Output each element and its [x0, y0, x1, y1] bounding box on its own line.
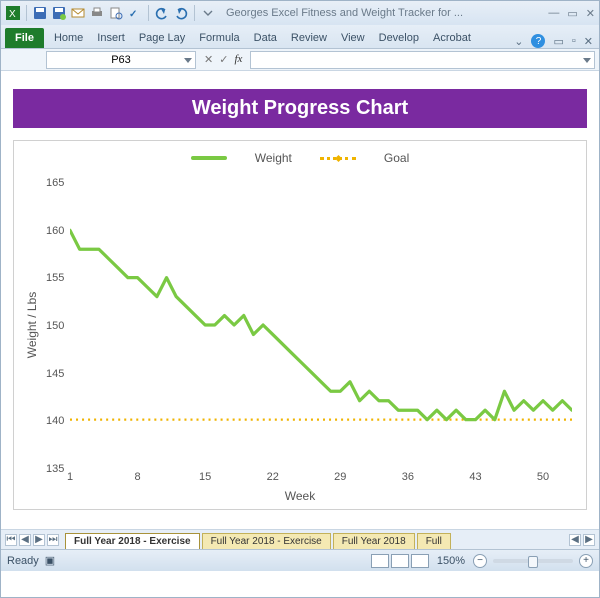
- email-icon[interactable]: [70, 5, 86, 21]
- worksheet-area: Weight Progress Chart Weight Goal Weight…: [1, 71, 599, 529]
- document-title: Georges Excel Fitness and Weight Tracker…: [226, 7, 548, 19]
- ribbon-close-icon[interactable]: ✕: [584, 35, 593, 48]
- x-tick: 43: [469, 471, 481, 483]
- y-tick: 145: [46, 368, 64, 380]
- save-icon[interactable]: [32, 5, 48, 21]
- qat-customize-icon[interactable]: [200, 5, 216, 21]
- status-ready: Ready: [7, 555, 39, 567]
- close-icon[interactable]: ✕: [586, 7, 595, 20]
- x-tick: 1: [67, 471, 73, 483]
- maximize-icon[interactable]: ▭: [567, 7, 577, 20]
- tab-home[interactable]: Home: [47, 28, 90, 48]
- zoom-in-icon[interactable]: +: [579, 554, 593, 568]
- y-tick: 155: [46, 272, 64, 284]
- x-axis-label: Week: [285, 489, 315, 503]
- view-normal-icon[interactable]: [371, 554, 389, 568]
- y-tick: 150: [46, 320, 64, 332]
- minimize-icon[interactable]: —: [548, 7, 559, 20]
- save-as-icon[interactable]: [51, 5, 67, 21]
- tab-data[interactable]: Data: [247, 28, 284, 48]
- x-tick: 22: [267, 471, 279, 483]
- first-sheet-icon[interactable]: ⏮: [5, 534, 17, 546]
- redo-icon[interactable]: [173, 5, 189, 21]
- legend-goal-label: Goal: [384, 151, 409, 165]
- undo-icon[interactable]: [154, 5, 170, 21]
- print-preview-icon[interactable]: [108, 5, 124, 21]
- legend-weight-line: [191, 156, 227, 160]
- file-tab[interactable]: File: [5, 28, 44, 48]
- tab-develop[interactable]: Develop: [372, 28, 426, 48]
- sheet-tab-4[interactable]: Full: [417, 533, 451, 549]
- title-bar: X ✓ Georges Excel Fitness and Weight Tra…: [1, 1, 599, 25]
- cancel-formula-icon[interactable]: ✕: [204, 53, 213, 66]
- chart-svg: [70, 183, 572, 467]
- zoom-out-icon[interactable]: −: [473, 554, 487, 568]
- sheet-tab-3[interactable]: Full Year 2018: [333, 533, 415, 549]
- tab-acrobat[interactable]: Acrobat: [426, 28, 478, 48]
- next-sheet-icon[interactable]: ▶: [33, 534, 45, 546]
- spellcheck-icon[interactable]: ✓: [127, 5, 143, 21]
- zoom-level[interactable]: 150%: [437, 555, 465, 567]
- status-bar: Ready ▣ 150% − +: [1, 549, 599, 571]
- ribbon: File Home Insert Page Lay Formula Data R…: [1, 25, 599, 49]
- view-pagebreak-icon[interactable]: [411, 554, 429, 568]
- help-icon[interactable]: ?: [531, 34, 545, 48]
- chart-container: Weight Goal Weight / Lbs Week 165 160 155 1…: [13, 140, 587, 510]
- legend-weight-label: Weight: [255, 151, 292, 165]
- formula-bar-row: P63 ✕ ✓ fx: [1, 49, 599, 71]
- fx-icon[interactable]: fx: [234, 53, 242, 66]
- y-tick: 165: [46, 177, 64, 189]
- last-sheet-icon[interactable]: ⏭: [47, 534, 59, 546]
- quick-access-toolbar: X ✓: [5, 5, 216, 21]
- print-icon[interactable]: [89, 5, 105, 21]
- y-tick: 140: [46, 415, 64, 427]
- tab-view[interactable]: View: [334, 28, 372, 48]
- macro-record-icon[interactable]: ▣: [45, 554, 55, 567]
- x-tick: 50: [537, 471, 549, 483]
- sheet-tab-1[interactable]: Full Year 2018 - Exercise: [65, 533, 200, 549]
- tab-scroll-right-icon[interactable]: ▶: [583, 534, 595, 546]
- legend-goal-line: [320, 157, 356, 160]
- excel-icon: X: [5, 5, 21, 21]
- series-weight: [70, 230, 572, 419]
- y-tick: 135: [46, 463, 64, 475]
- tab-scroll-left-icon[interactable]: ◀: [569, 534, 581, 546]
- ribbon-dropdown-icon[interactable]: ⌄: [514, 35, 523, 48]
- tab-formula[interactable]: Formula: [192, 28, 246, 48]
- x-tick: 29: [334, 471, 346, 483]
- zoom-slider[interactable]: [493, 559, 573, 563]
- view-pagelayout-icon[interactable]: [391, 554, 409, 568]
- x-tick: 15: [199, 471, 211, 483]
- x-tick: 36: [402, 471, 414, 483]
- prev-sheet-icon[interactable]: ◀: [19, 534, 31, 546]
- chart-title: Weight Progress Chart: [13, 89, 587, 128]
- formula-input[interactable]: [250, 51, 595, 69]
- tab-insert[interactable]: Insert: [90, 28, 132, 48]
- sheet-tab-2[interactable]: Full Year 2018 - Exercise: [202, 533, 331, 549]
- enter-formula-icon[interactable]: ✓: [219, 53, 228, 66]
- chart-legend: Weight Goal: [14, 141, 586, 165]
- plot-area: [70, 183, 572, 467]
- sheet-tabs-row: ⏮ ◀ ▶ ⏭ Full Year 2018 - Exercise Full Y…: [1, 529, 599, 549]
- tab-review[interactable]: Review: [284, 28, 334, 48]
- ribbon-restore-icon[interactable]: ▫: [572, 35, 576, 47]
- ribbon-minimize-icon[interactable]: ▭: [553, 35, 563, 48]
- y-axis-label: Weight / Lbs: [25, 292, 39, 358]
- y-tick: 160: [46, 225, 64, 237]
- x-tick: 8: [135, 471, 141, 483]
- tab-pagelay[interactable]: Page Lay: [132, 28, 192, 48]
- svg-text:X: X: [9, 9, 16, 20]
- sheet-tabs-nav: ⏮ ◀ ▶ ⏭: [1, 534, 63, 546]
- svg-text:✓: ✓: [129, 9, 137, 20]
- name-box[interactable]: P63: [46, 51, 196, 69]
